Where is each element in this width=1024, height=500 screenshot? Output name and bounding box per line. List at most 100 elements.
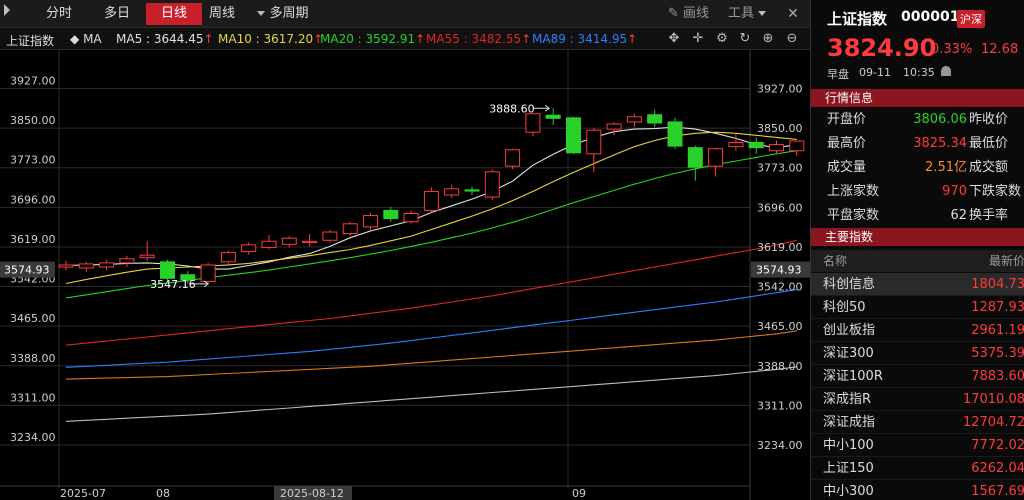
close-icon[interactable]: ✕: [783, 3, 803, 25]
y-tick-label-right: 3234.00: [757, 439, 803, 452]
tools-button[interactable]: 工具: [728, 3, 770, 25]
candle-body: [99, 262, 115, 268]
candle-body: [403, 213, 419, 223]
settings-icon[interactable]: ⚙: [714, 31, 730, 47]
y-tick-label-right: 3388.00: [757, 360, 803, 373]
candle-body: [769, 144, 784, 152]
last-price: 3824.90: [827, 34, 937, 62]
index-price: 1804.73: [971, 277, 1024, 292]
current-value-label-right: 3574.93: [756, 264, 802, 277]
info-value: 970: [942, 184, 967, 199]
index-price: 7772.02: [971, 438, 1024, 453]
market-info-header[interactable]: 行情信息: [811, 89, 1024, 107]
info-label-secondary: 昨收价: [969, 112, 1009, 127]
index-price: 1287.93: [971, 300, 1024, 315]
index-row[interactable]: 科创信息 1804.73: [811, 273, 1024, 296]
candle-body: [525, 113, 541, 133]
ma-label: MA: [83, 32, 102, 46]
refresh-icon[interactable]: ↻: [737, 31, 753, 47]
chevron-down-icon: [758, 11, 767, 16]
index-row[interactable]: 创业板指 2961.19: [811, 319, 1024, 342]
index-title: 上证指数: [827, 10, 888, 28]
candle-body: [505, 149, 521, 167]
crosshair-icon[interactable]: ✛: [690, 31, 706, 47]
index-row[interactable]: 科创50 1287.93: [811, 296, 1024, 319]
quote-date: 09-11: [859, 66, 891, 79]
main-indices-header[interactable]: 主要指数: [811, 228, 1024, 246]
tab-daily[interactable]: 日线: [146, 3, 202, 25]
candle-body: [464, 189, 480, 192]
x-tick-label: 2025-08-12: [280, 487, 344, 500]
col-latest-price[interactable]: 最新价: [989, 250, 1024, 272]
index-row[interactable]: 中小100 7772.02: [811, 434, 1024, 457]
zoom-out-icon[interactable]: ⊖: [784, 31, 800, 47]
y-tick-label-right: 3465.00: [757, 320, 803, 333]
ma-menu-toggle[interactable]: ◆ MA: [70, 32, 102, 46]
ma-lines: [65, 126, 797, 422]
up-arrow-icon: ↑: [203, 32, 214, 46]
y-tick-label-right: 3542.00: [757, 281, 803, 294]
index-price: 12704.72: [962, 415, 1024, 430]
tab-intraday[interactable]: 分时: [36, 3, 82, 25]
kline-chart[interactable]: 3927.00 3927.00 3850.00 3850.00 3773.00 3773.…: [0, 50, 810, 500]
ma5-legend: MA5 : 3644.45↑: [116, 32, 214, 46]
candle-body: [261, 240, 277, 248]
index-name: 深证100R: [823, 369, 883, 384]
tab-multi-period[interactable]: 多周期: [248, 3, 318, 25]
candle-body: [363, 215, 378, 228]
index-row[interactable]: 中小300 1567.69: [811, 480, 1024, 500]
ma10-legend: MA10 : 3617.20↑: [218, 32, 323, 46]
expand-triangle-icon[interactable]: [4, 4, 10, 16]
index-name: 深证成指: [823, 415, 876, 430]
pencil-icon: ✎: [668, 6, 679, 21]
index-row[interactable]: 上证150 6262.04: [811, 457, 1024, 480]
candle-body: [139, 254, 155, 259]
candle-body: [728, 142, 744, 148]
x-tick-label: 09: [572, 487, 586, 500]
index-price: 5375.39: [971, 346, 1024, 361]
quote-panel: 上证指数 000001 沪深 3824.90 0.33% 12.68 早盘 09…: [810, 0, 1024, 500]
candle-body: [200, 264, 216, 282]
candle-body: [241, 244, 257, 253]
info-label: 开盘价: [827, 112, 867, 127]
candle-body: [119, 258, 135, 264]
axis-labels: 3927.00 3927.00 3850.00 3850.00 3773.00 3773.…: [0, 75, 810, 500]
index-row[interactable]: 深证300 5375.39: [811, 342, 1024, 365]
bell-icon[interactable]: [941, 66, 951, 76]
index-row[interactable]: 深证100R 7883.60: [811, 365, 1024, 388]
market-info-row: 上涨家数 970 下跌家数: [811, 180, 1024, 204]
tab-multi-day[interactable]: 多日: [94, 3, 140, 25]
index-row[interactable]: 深成指R 17010.08: [811, 388, 1024, 411]
candle-body: [78, 263, 94, 269]
ma89-line: [65, 289, 797, 368]
index-name: 深证300: [823, 346, 874, 361]
index-name: 科创50: [823, 300, 866, 315]
index-row[interactable]: 深证成指 12704.72: [811, 411, 1024, 434]
y-tick-label-right: 3311.00: [757, 399, 803, 412]
candle-body: [545, 114, 561, 119]
index-name-label: 上证指数: [6, 34, 55, 48]
candle-body: [281, 237, 297, 245]
candle-body: [626, 116, 642, 123]
tab-weekly[interactable]: 周线: [204, 3, 240, 25]
draw-line-button[interactable]: ✎ 画线: [668, 3, 709, 25]
ma89-legend: MA89 : 3414.95↑: [532, 32, 637, 46]
zoom-in-icon[interactable]: ⊕: [760, 31, 776, 47]
col-name[interactable]: 名称: [823, 250, 847, 272]
info-label: 成交量: [827, 160, 867, 175]
candle-body: [566, 117, 581, 154]
y-tick-label-left: 3388.00: [10, 352, 56, 365]
candle-body: [322, 231, 338, 241]
index-price: 2961.19: [971, 323, 1024, 338]
market-info-row: 最高价 3825.34 最低价: [811, 132, 1024, 156]
period-tab-bar: 分时 多日 日线 周线 多周期 ✎ 画线 工具 ✕: [0, 0, 810, 28]
candle-body: [58, 264, 74, 268]
index-name: 中小300: [823, 484, 874, 499]
candle-body: [423, 190, 439, 211]
move-icon[interactable]: ✥: [666, 31, 682, 47]
high-annotation: 3888.60: [489, 102, 535, 115]
diamond-icon: ◆: [70, 32, 80, 46]
candle-body: [748, 142, 764, 149]
y-tick-label-right: 3773.00: [757, 162, 803, 175]
candle-body: [606, 123, 622, 130]
